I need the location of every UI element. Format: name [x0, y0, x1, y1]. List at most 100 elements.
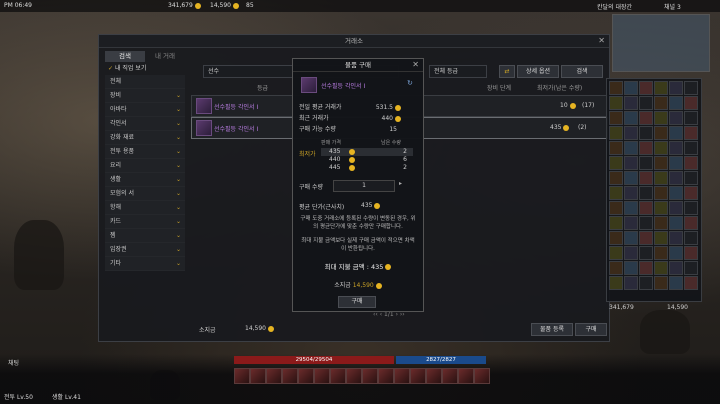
inventory-slot[interactable] — [669, 231, 683, 245]
inventory-slot[interactable] — [624, 246, 638, 260]
skill-slot[interactable] — [394, 368, 410, 384]
inventory-slot[interactable] — [639, 201, 653, 215]
inventory-slot[interactable] — [609, 261, 623, 275]
inventory-slot[interactable] — [654, 171, 668, 185]
inventory-slot[interactable] — [624, 96, 638, 110]
inventory-slot[interactable] — [669, 201, 683, 215]
inventory-slot[interactable] — [609, 81, 623, 95]
inventory-slot[interactable] — [609, 156, 623, 170]
minimap[interactable] — [612, 14, 710, 72]
inventory-slot[interactable] — [639, 96, 653, 110]
refresh-icon[interactable]: ⇄ — [499, 65, 515, 78]
my-class-filter[interactable]: ✓ 내 직업 보기 — [105, 62, 185, 75]
inventory-slot[interactable] — [654, 246, 668, 260]
inventory-slot[interactable] — [639, 231, 653, 245]
inventory-slot[interactable] — [639, 81, 653, 95]
inventory-slot[interactable] — [654, 156, 668, 170]
refresh-icon[interactable]: ↻ — [407, 79, 413, 87]
skill-slot[interactable] — [362, 368, 378, 384]
inventory-slot[interactable] — [684, 141, 698, 155]
grade-dropdown[interactable]: 전체 등급 — [429, 65, 487, 78]
pagination[interactable]: ‹‹ ‹ 1/1 › ›› — [373, 311, 405, 318]
inventory-slot[interactable] — [624, 216, 638, 230]
category-item[interactable]: 아바타 ⌄ — [105, 103, 185, 117]
inventory-slot[interactable] — [669, 276, 683, 290]
inventory-slot[interactable] — [684, 261, 698, 275]
inventory-slot[interactable] — [684, 186, 698, 200]
category-item[interactable]: 장비 ⌄ — [105, 89, 185, 103]
inventory-slot[interactable] — [669, 216, 683, 230]
inventory-slot[interactable] — [609, 276, 623, 290]
inventory-slot[interactable] — [609, 231, 623, 245]
listing-row[interactable]: 435 2 — [321, 148, 413, 156]
inventory-slot[interactable] — [669, 156, 683, 170]
inventory-slot[interactable] — [639, 246, 653, 260]
inventory-slot[interactable] — [639, 141, 653, 155]
inventory-slot[interactable] — [684, 126, 698, 140]
inventory-slot[interactable] — [654, 231, 668, 245]
confirm-buy-button[interactable]: 구매 — [338, 296, 376, 308]
inventory-slot[interactable] — [684, 171, 698, 185]
inventory-slot[interactable] — [609, 246, 623, 260]
inventory-slot[interactable] — [654, 186, 668, 200]
inventory-slot[interactable] — [609, 96, 623, 110]
inventory-slot[interactable] — [669, 246, 683, 260]
inventory-slot[interactable] — [654, 141, 668, 155]
inventory-slot[interactable] — [639, 171, 653, 185]
category-item[interactable]: 젬 ⌄ — [105, 229, 185, 243]
register-item-button[interactable]: 물품 등록 — [531, 323, 573, 336]
inventory-slot[interactable] — [624, 126, 638, 140]
buy-button[interactable]: 구매 — [575, 323, 607, 336]
inventory-slot[interactable] — [669, 186, 683, 200]
search-button[interactable]: 검색 — [561, 65, 603, 78]
inventory-slot[interactable] — [609, 201, 623, 215]
inventory-slot[interactable] — [639, 186, 653, 200]
inventory-slot[interactable] — [639, 156, 653, 170]
channel-selector[interactable]: 채널 3 — [664, 2, 681, 11]
inventory-slot[interactable] — [639, 126, 653, 140]
inventory-slot[interactable] — [684, 201, 698, 215]
close-icon[interactable]: ✕ — [598, 36, 605, 45]
skill-slot[interactable] — [474, 368, 490, 384]
inventory-slot[interactable] — [639, 111, 653, 125]
inventory-slot[interactable] — [654, 96, 668, 110]
skill-slot[interactable] — [426, 368, 442, 384]
inventory-slot[interactable] — [669, 171, 683, 185]
inventory-slot[interactable] — [684, 276, 698, 290]
skill-slot[interactable] — [250, 368, 266, 384]
close-icon[interactable]: ✕ — [412, 60, 419, 69]
inventory-slot[interactable] — [624, 171, 638, 185]
inventory-slot[interactable] — [669, 96, 683, 110]
listing-row[interactable]: 445 2 — [321, 164, 413, 172]
inventory-slot[interactable] — [609, 186, 623, 200]
inventory-slot[interactable] — [669, 126, 683, 140]
listing-row[interactable]: 440 6 — [321, 156, 413, 164]
category-item[interactable]: 전체 — [105, 75, 185, 89]
tab-search[interactable]: 검색 — [105, 51, 145, 62]
inventory-slot[interactable] — [639, 276, 653, 290]
skill-slot[interactable] — [234, 368, 250, 384]
inventory-slot[interactable] — [684, 231, 698, 245]
inventory-slot[interactable] — [654, 261, 668, 275]
inventory-slot[interactable] — [684, 216, 698, 230]
inventory-slot[interactable] — [624, 186, 638, 200]
inventory-slot[interactable] — [639, 216, 653, 230]
inventory-slot[interactable] — [624, 276, 638, 290]
inventory-slot[interactable] — [669, 261, 683, 275]
skill-slot[interactable] — [458, 368, 474, 384]
inventory-slot[interactable] — [654, 126, 668, 140]
skill-slot[interactable] — [410, 368, 426, 384]
inventory-slot[interactable] — [609, 141, 623, 155]
inventory-slot[interactable] — [654, 276, 668, 290]
skill-slot[interactable] — [282, 368, 298, 384]
skill-slot[interactable] — [378, 368, 394, 384]
skill-slot[interactable] — [266, 368, 282, 384]
skill-slot[interactable] — [346, 368, 362, 384]
category-item[interactable]: 생활 ⌄ — [105, 173, 185, 187]
inventory-slot[interactable] — [624, 111, 638, 125]
inventory-slot[interactable] — [684, 156, 698, 170]
skill-slot[interactable] — [442, 368, 458, 384]
inventory-slot[interactable] — [654, 216, 668, 230]
inventory-slot[interactable] — [654, 111, 668, 125]
inventory-slot[interactable] — [684, 246, 698, 260]
